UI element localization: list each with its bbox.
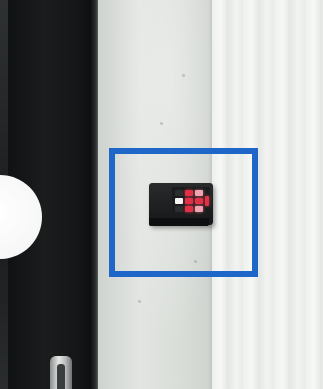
door-frame-edge	[90, 0, 98, 389]
highlight-box	[109, 148, 258, 277]
photo-scene	[0, 0, 323, 389]
wall-speck	[182, 74, 185, 77]
door-handle-grip	[57, 364, 65, 389]
wall-speck	[138, 300, 141, 303]
wall-speck	[160, 122, 163, 125]
